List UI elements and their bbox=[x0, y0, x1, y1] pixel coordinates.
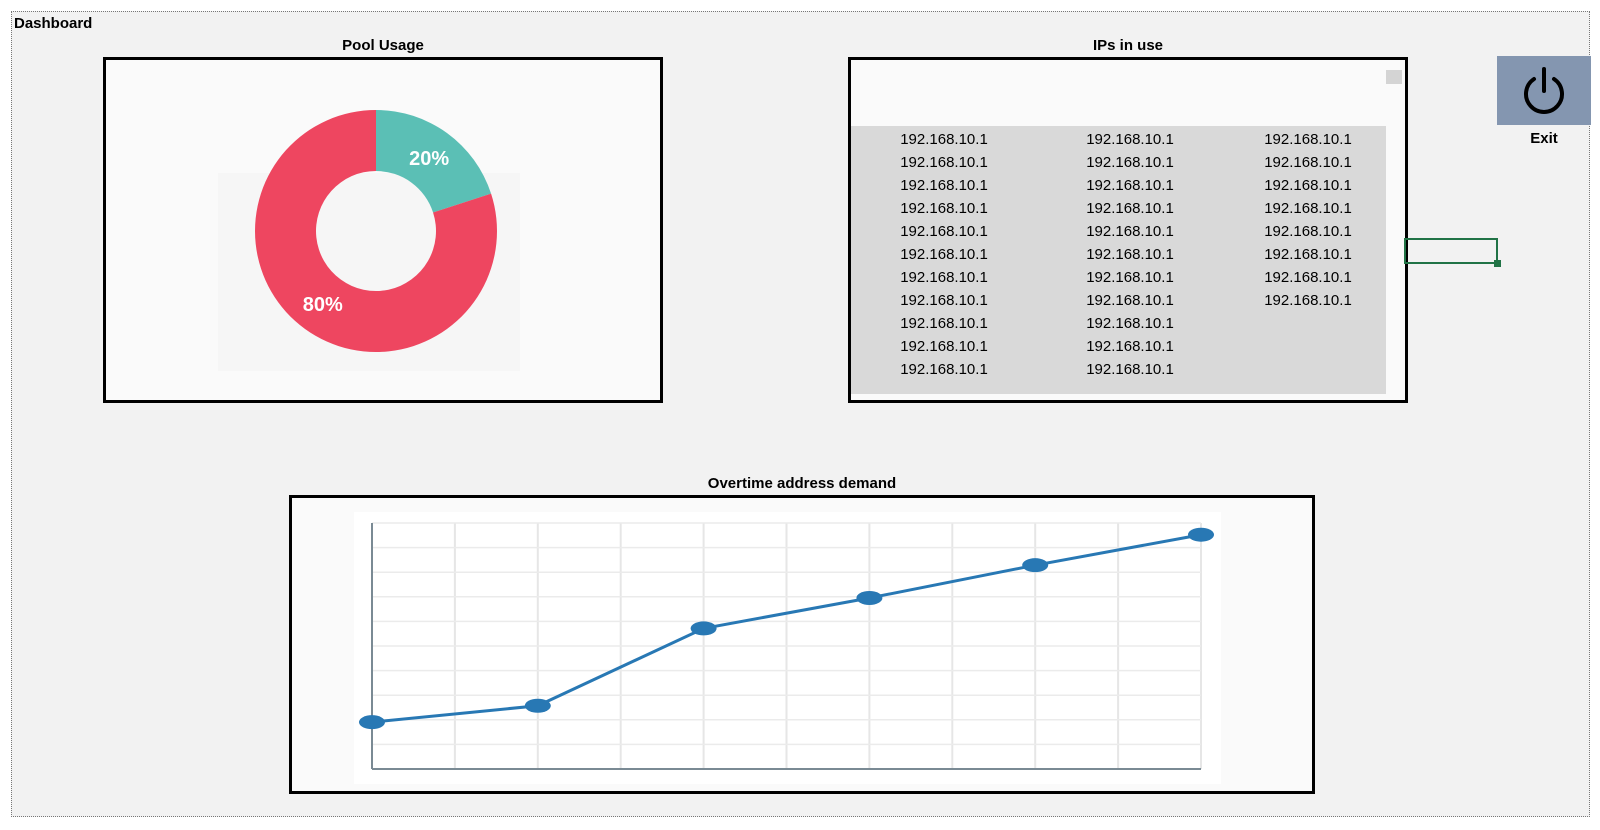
demand-chart-title: Overtime address demand bbox=[707, 475, 897, 492]
ips-in-use-list: 192.168.10.1 192.168.10.1 192.168.10.1 192.… bbox=[848, 57, 1408, 403]
ip-cell: 192.168.10.1 bbox=[900, 223, 988, 240]
page-title: Dashboard bbox=[14, 15, 93, 32]
ip-column: 192.168.10.1 192.168.10.1 192.168.10.1 192.… bbox=[851, 128, 1037, 381]
ip-cell: 192.168.10.1 bbox=[1086, 131, 1174, 148]
fill-handle[interactable] bbox=[1494, 260, 1501, 267]
scrollbar-thumb[interactable] bbox=[1386, 70, 1402, 84]
ip-cell: 192.168.10.1 bbox=[1086, 177, 1174, 194]
data-point bbox=[690, 621, 717, 636]
ip-cell: 192.168.10.1 bbox=[900, 200, 988, 217]
ip-cell: 192.168.10.1 bbox=[1086, 223, 1174, 240]
ip-list-area: 192.168.10.1 192.168.10.1 192.168.10.1 192.… bbox=[851, 126, 1393, 394]
power-icon bbox=[1524, 66, 1564, 114]
ip-cell: 192.168.10.1 bbox=[1264, 269, 1352, 286]
exit-button[interactable] bbox=[1497, 56, 1591, 125]
ip-cell: 192.168.10.1 bbox=[1264, 246, 1352, 263]
ip-cell: 192.168.10.1 bbox=[1086, 154, 1174, 171]
ip-cell: 192.168.10.1 bbox=[1264, 131, 1352, 148]
ip-cell: 192.168.10.1 bbox=[900, 315, 988, 332]
pool-usage-chart: 20% 80% bbox=[218, 110, 520, 371]
ip-cell: 192.168.10.1 bbox=[1086, 338, 1174, 355]
pool-usage-title: Pool Usage bbox=[342, 37, 424, 54]
ip-cell: 192.168.10.1 bbox=[900, 269, 988, 286]
ip-cell: 192.168.10.1 bbox=[900, 246, 988, 263]
ip-cell: 192.168.10.1 bbox=[1086, 246, 1174, 263]
ip-cell: 192.168.10.1 bbox=[1086, 269, 1174, 286]
pie-slice-label: 20% bbox=[409, 148, 449, 170]
exit-label: Exit bbox=[1530, 130, 1558, 147]
ip-column: 192.168.10.1 192.168.10.1 192.168.10.1 192.… bbox=[1037, 128, 1223, 381]
vertical-scrollbar[interactable] bbox=[1386, 70, 1402, 394]
ip-cell: 192.168.10.1 bbox=[1264, 177, 1352, 194]
ip-cell: 192.168.10.1 bbox=[1086, 315, 1174, 332]
ip-cell: 192.168.10.1 bbox=[1264, 154, 1352, 171]
ip-cell: 192.168.10.1 bbox=[1086, 292, 1174, 309]
data-point bbox=[359, 715, 385, 730]
data-point bbox=[1022, 558, 1049, 573]
ip-cell: 192.168.10.1 bbox=[900, 292, 988, 309]
ip-cell: 192.168.10.1 bbox=[1264, 292, 1352, 309]
ip-cell: 192.168.10.1 bbox=[900, 177, 988, 194]
demand-chart-box bbox=[289, 495, 1315, 794]
ip-cell: 192.168.10.1 bbox=[900, 131, 988, 148]
selected-cell[interactable] bbox=[1404, 238, 1498, 264]
data-point bbox=[1188, 527, 1214, 542]
ip-cell: 192.168.10.1 bbox=[1086, 200, 1174, 217]
data-point bbox=[856, 590, 883, 605]
ip-cell: 192.168.10.1 bbox=[1264, 223, 1352, 240]
data-point bbox=[524, 698, 551, 713]
ip-column: 192.168.10.1 192.168.10.1 192.168.10.1 192.… bbox=[1223, 128, 1393, 381]
ip-cell: 192.168.10.1 bbox=[900, 361, 988, 378]
ip-cell: 192.168.10.1 bbox=[1086, 361, 1174, 378]
ip-cell: 192.168.10.1 bbox=[900, 154, 988, 171]
pie-slice-label: 80% bbox=[303, 294, 343, 316]
ips-in-use-title: IPs in use bbox=[1092, 37, 1164, 54]
demand-chart bbox=[354, 512, 1221, 784]
ip-cell: 192.168.10.1 bbox=[1264, 200, 1352, 217]
ip-cell: 192.168.10.1 bbox=[900, 338, 988, 355]
pool-usage-chart-box: 20% 80% bbox=[103, 57, 663, 403]
